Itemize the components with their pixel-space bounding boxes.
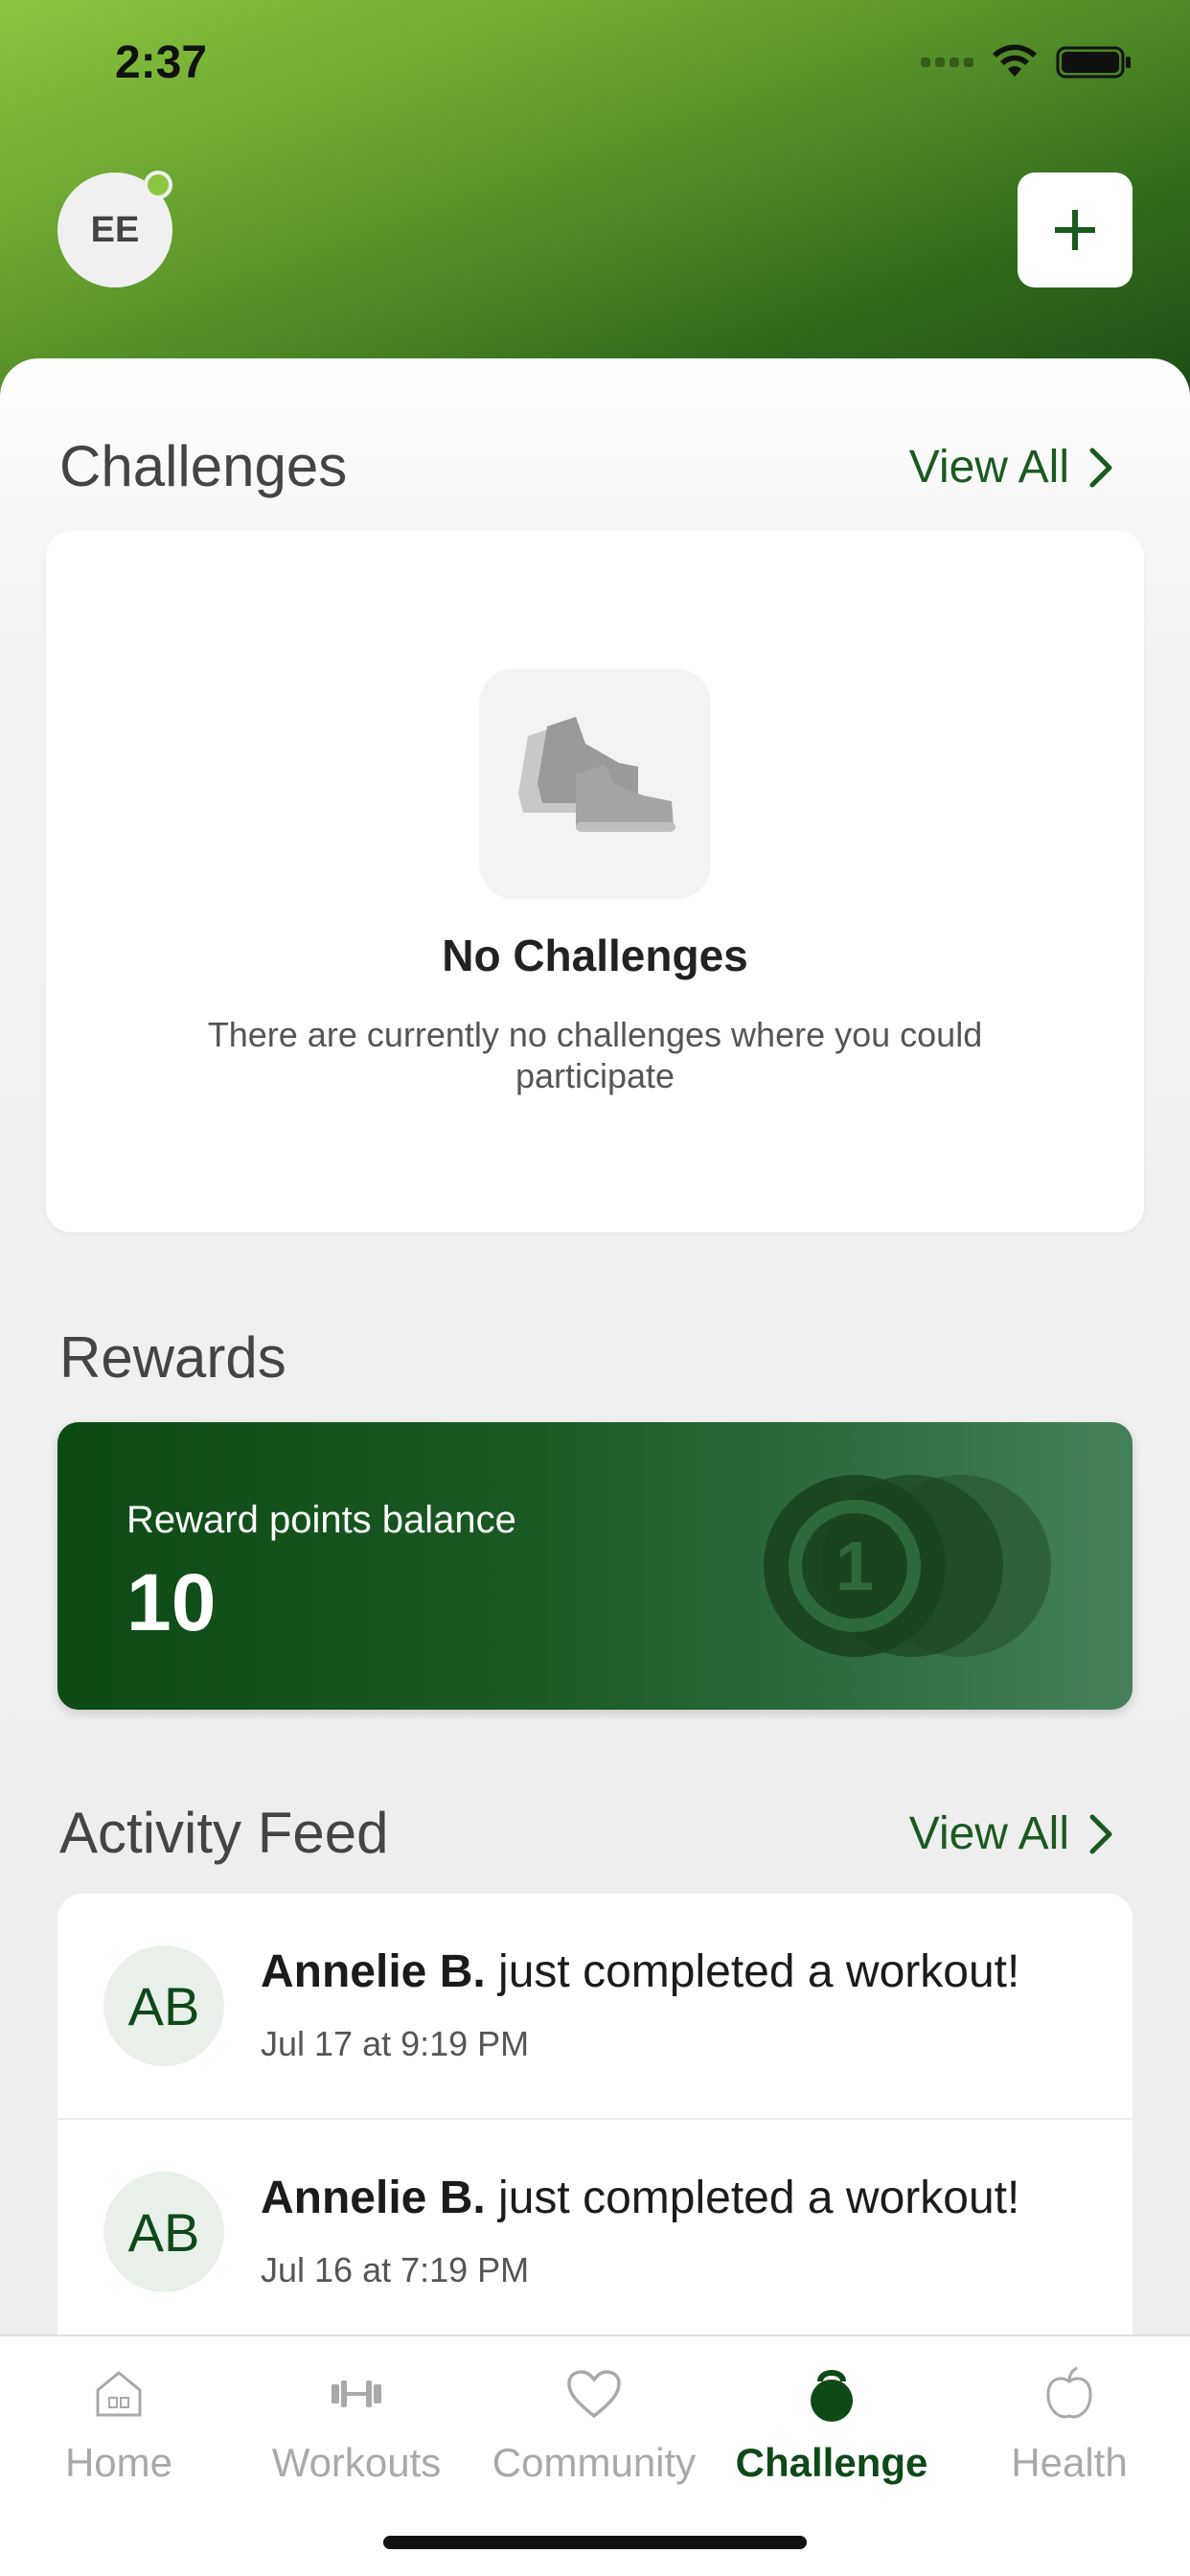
empty-challenges-title: No Challenges bbox=[442, 931, 748, 980]
add-button[interactable] bbox=[1018, 172, 1133, 288]
battery-icon bbox=[1056, 46, 1131, 79]
tab-workouts[interactable]: Workouts bbox=[238, 2356, 475, 2486]
status-time: 2:37 bbox=[115, 37, 208, 88]
dumbbell-icon bbox=[332, 2380, 381, 2407]
tab-health-label: Health bbox=[1011, 2440, 1128, 2485]
feed-user-name: Annelie B. bbox=[261, 1946, 486, 1997]
feed-timestamp: Jul 16 at 7:19 PM bbox=[261, 2250, 530, 2289]
feed-timestamp: Jul 17 at 9:19 PM bbox=[261, 2024, 530, 2063]
home-indicator[interactable] bbox=[383, 2536, 807, 2549]
challenges-view-all-button[interactable]: View All bbox=[909, 441, 1113, 494]
activity-feed-title: Activity Feed bbox=[59, 1801, 389, 1865]
tab-challenge-label: Challenge bbox=[735, 2440, 928, 2485]
feed-user-name: Annelie B. bbox=[261, 2173, 486, 2223]
activity-view-all-button[interactable]: View All bbox=[909, 1807, 1113, 1860]
tab-workouts-label: Workouts bbox=[271, 2440, 442, 2485]
tab-community-label: Community bbox=[492, 2440, 697, 2485]
heart-icon bbox=[567, 2370, 621, 2419]
activity-feed-list: AB Annelie B. just completed a workout! … bbox=[57, 1894, 1133, 2334]
home-icon bbox=[96, 2371, 142, 2417]
feed-action: just completed a workout! bbox=[498, 2173, 1020, 2223]
feed-item-text: Annelie B. just completed a workout! bbox=[261, 1945, 1019, 1998]
rewards-title: Rewards bbox=[59, 1325, 286, 1390]
coins-icon: 1 bbox=[764, 1475, 1051, 1657]
sneakers-illustration bbox=[479, 669, 711, 899]
apple-icon bbox=[1046, 2366, 1092, 2419]
tab-home[interactable]: Home bbox=[0, 2356, 238, 2486]
tab-home-label: Home bbox=[64, 2440, 173, 2485]
reward-balance-value: 10 bbox=[126, 1557, 217, 1647]
chevron-right-icon bbox=[1089, 448, 1112, 487]
feed-item[interactable]: AB Annelie B. just completed a workout! … bbox=[57, 1894, 1133, 2118]
online-status-dot bbox=[144, 171, 172, 199]
user-avatar-initials: EE bbox=[90, 209, 140, 250]
tab-challenge[interactable]: Challenge bbox=[713, 2356, 950, 2486]
challenges-view-all-label: View All bbox=[908, 442, 1069, 493]
tab-community[interactable]: Community bbox=[475, 2356, 713, 2486]
reward-balance-label: Reward points balance bbox=[126, 1499, 516, 1541]
tab-health[interactable]: Health bbox=[950, 2356, 1188, 2486]
status-icons bbox=[921, 44, 1133, 80]
feed-item[interactable]: AB Annelie B. just completed a workout! … bbox=[57, 2118, 1133, 2334]
sneakers-icon bbox=[518, 717, 675, 832]
feed-avatar: AB bbox=[103, 2172, 224, 2292]
plus-icon bbox=[1055, 210, 1095, 250]
rewards-card[interactable]: Reward points balance 10 1 bbox=[57, 1422, 1133, 1710]
kettlebell-icon bbox=[811, 2370, 853, 2422]
feed-avatar: AB bbox=[103, 1945, 224, 2066]
feed-action: just completed a workout! bbox=[498, 1946, 1020, 1997]
feed-item-text: Annelie B. just completed a workout! bbox=[261, 2172, 1019, 2224]
coin-number: 1 bbox=[835, 1529, 874, 1605]
chevron-right-icon bbox=[1089, 1814, 1112, 1853]
cellular-signal-icon bbox=[921, 58, 973, 67]
challenges-title: Challenges bbox=[59, 434, 348, 498]
wifi-icon bbox=[993, 44, 1037, 77]
activity-view-all-label: View All bbox=[908, 1808, 1069, 1859]
status-bar: 2:37 bbox=[0, 0, 1190, 125]
empty-challenges-subtitle: There are currently no challenges where … bbox=[207, 1015, 983, 1096]
